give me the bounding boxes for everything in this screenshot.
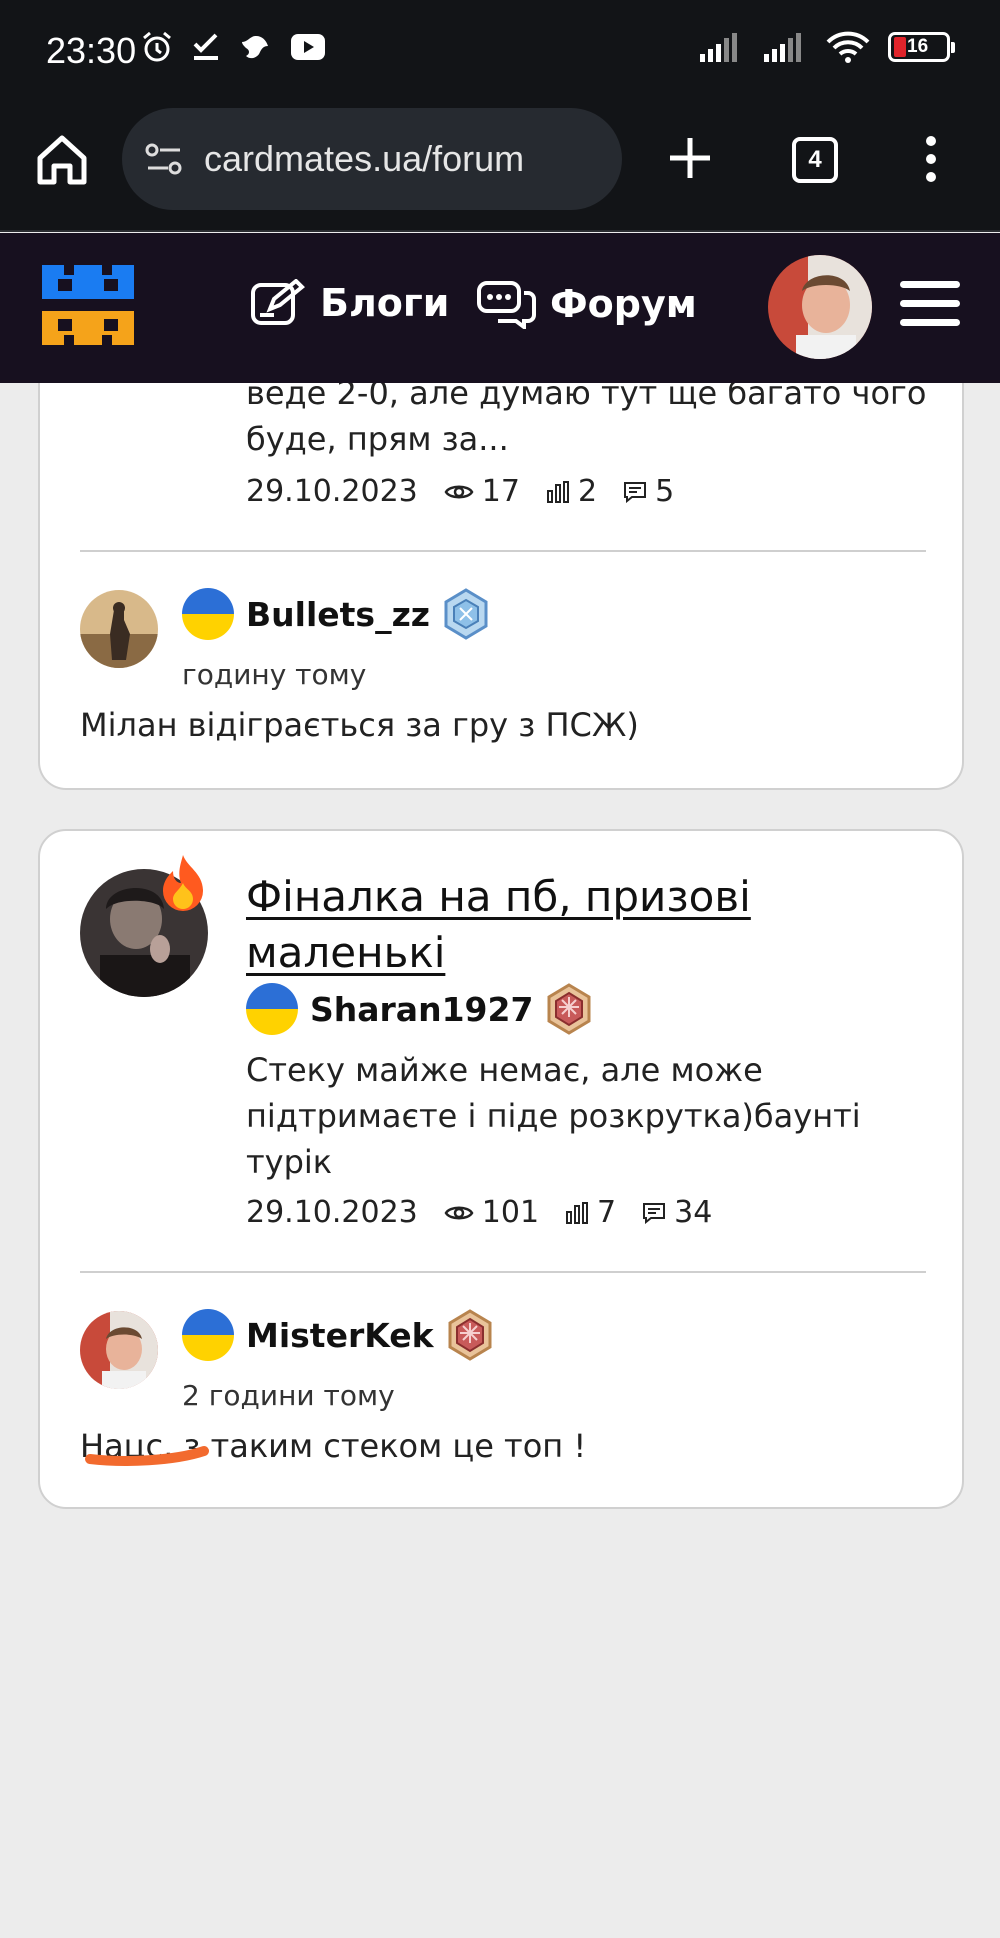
commenter-row: Bullets_zz	[182, 588, 490, 640]
chat-bubbles-icon	[477, 281, 536, 329]
votes-count: 2	[546, 474, 597, 509]
views-count: 17	[444, 474, 520, 509]
address-bar[interactable]: cardmates.ua/forum	[122, 108, 622, 210]
post-date: 29.10.2023	[246, 1195, 418, 1230]
signal-icon	[764, 33, 801, 62]
comment-time: годину тому	[182, 658, 367, 691]
comments-count: 5	[623, 474, 674, 509]
divider	[80, 550, 926, 552]
commenter-row: MisterKek	[182, 1309, 494, 1361]
new-tab-icon[interactable]	[664, 128, 716, 188]
author-username[interactable]: Sharan1927	[310, 990, 533, 1029]
rank-badge-icon	[448, 1309, 492, 1361]
snippet-line: буде, прям за...	[246, 420, 509, 458]
status-bar: 23:30 16	[0, 0, 1000, 100]
fire-icon	[163, 855, 203, 911]
bar-chart-icon	[546, 480, 569, 503]
eye-icon	[444, 1206, 474, 1219]
post-meta: 29.10.2023 101 7 34	[246, 1195, 712, 1230]
ukraine-flag-icon	[182, 588, 234, 640]
forum-post-card: Фіналка на пб, призові маленькі Sharan19…	[38, 829, 964, 1509]
comments-count: 34	[642, 1195, 712, 1230]
url-text[interactable]: cardmates.ua/forum	[204, 138, 524, 180]
comment-icon	[624, 481, 647, 503]
user-avatar[interactable]	[768, 255, 872, 359]
post-title-link[interactable]: Фіналка на пб, призові маленькі	[246, 869, 926, 981]
more-menu-icon[interactable]	[922, 136, 940, 186]
comments-value: 34	[674, 1195, 713, 1230]
votes-value: 7	[597, 1195, 617, 1230]
signal-icon	[700, 33, 737, 62]
edit-icon	[251, 279, 305, 325]
commenter-username[interactable]: Bullets_zz	[246, 595, 430, 634]
site-settings-icon[interactable]	[144, 142, 184, 176]
nav-forum-label[interactable]: Форум	[550, 282, 697, 326]
comment-text[interactable]: Мілан відіграється за гру з ПСЖ)	[80, 706, 639, 744]
commenter-username[interactable]: MisterKek	[246, 1316, 434, 1355]
nav-forum[interactable]: Форум	[476, 279, 697, 329]
orange-underline-annotation	[85, 1446, 209, 1466]
site-header: Блоги Форум	[0, 233, 1000, 383]
comment-time: 2 години тому	[182, 1379, 395, 1412]
wifi-icon	[826, 31, 870, 63]
views-value: 17	[481, 474, 520, 509]
home-icon[interactable]	[34, 132, 90, 188]
views-value: 101	[481, 1195, 540, 1230]
comment-icon	[643, 1202, 666, 1224]
status-left-icons	[140, 30, 326, 64]
ukraine-flag-icon	[246, 983, 298, 1035]
battery-level: 16	[907, 36, 929, 57]
rank-badge-icon	[444, 588, 488, 640]
post-snippet[interactable]: Стеку майже немає, але може підтримаєте …	[246, 1047, 906, 1185]
nav-blogs[interactable]: Блоги	[250, 279, 449, 327]
eye-icon	[444, 485, 474, 498]
comments-value: 5	[655, 474, 675, 509]
divider	[80, 1271, 926, 1273]
commenter-avatar[interactable]	[80, 1311, 158, 1389]
youtube-icon	[291, 34, 325, 60]
votes-value: 2	[577, 474, 598, 509]
status-right-icons: 16	[698, 30, 955, 64]
menu-icon[interactable]	[900, 281, 960, 331]
cardmates-logo[interactable]	[36, 255, 140, 359]
post-date: 29.10.2023	[246, 474, 418, 509]
post-snippet[interactable]: веде 2-0, але думаю тут ще багато чого б…	[246, 370, 926, 462]
bar-chart-icon	[566, 1201, 589, 1224]
tab-switcher-button[interactable]: 4	[792, 137, 838, 183]
rank-badge-icon	[547, 983, 591, 1035]
browser-toolbar: cardmates.ua/forum 4	[0, 100, 1000, 232]
views-count: 101	[444, 1195, 539, 1230]
bird-icon	[242, 36, 268, 59]
post-meta: 29.10.2023 17 2 5	[246, 474, 674, 509]
nav-blogs-label[interactable]: Блоги	[320, 281, 449, 325]
task-check-icon	[193, 33, 218, 60]
alarm-icon	[143, 31, 171, 62]
battery-icon: 16	[888, 32, 955, 62]
ukraine-flag-icon	[182, 1309, 234, 1361]
commenter-avatar[interactable]	[80, 590, 158, 668]
author-row: Sharan1927	[246, 983, 593, 1035]
status-time: 23:30	[46, 30, 137, 71]
votes-count: 7	[565, 1195, 616, 1230]
